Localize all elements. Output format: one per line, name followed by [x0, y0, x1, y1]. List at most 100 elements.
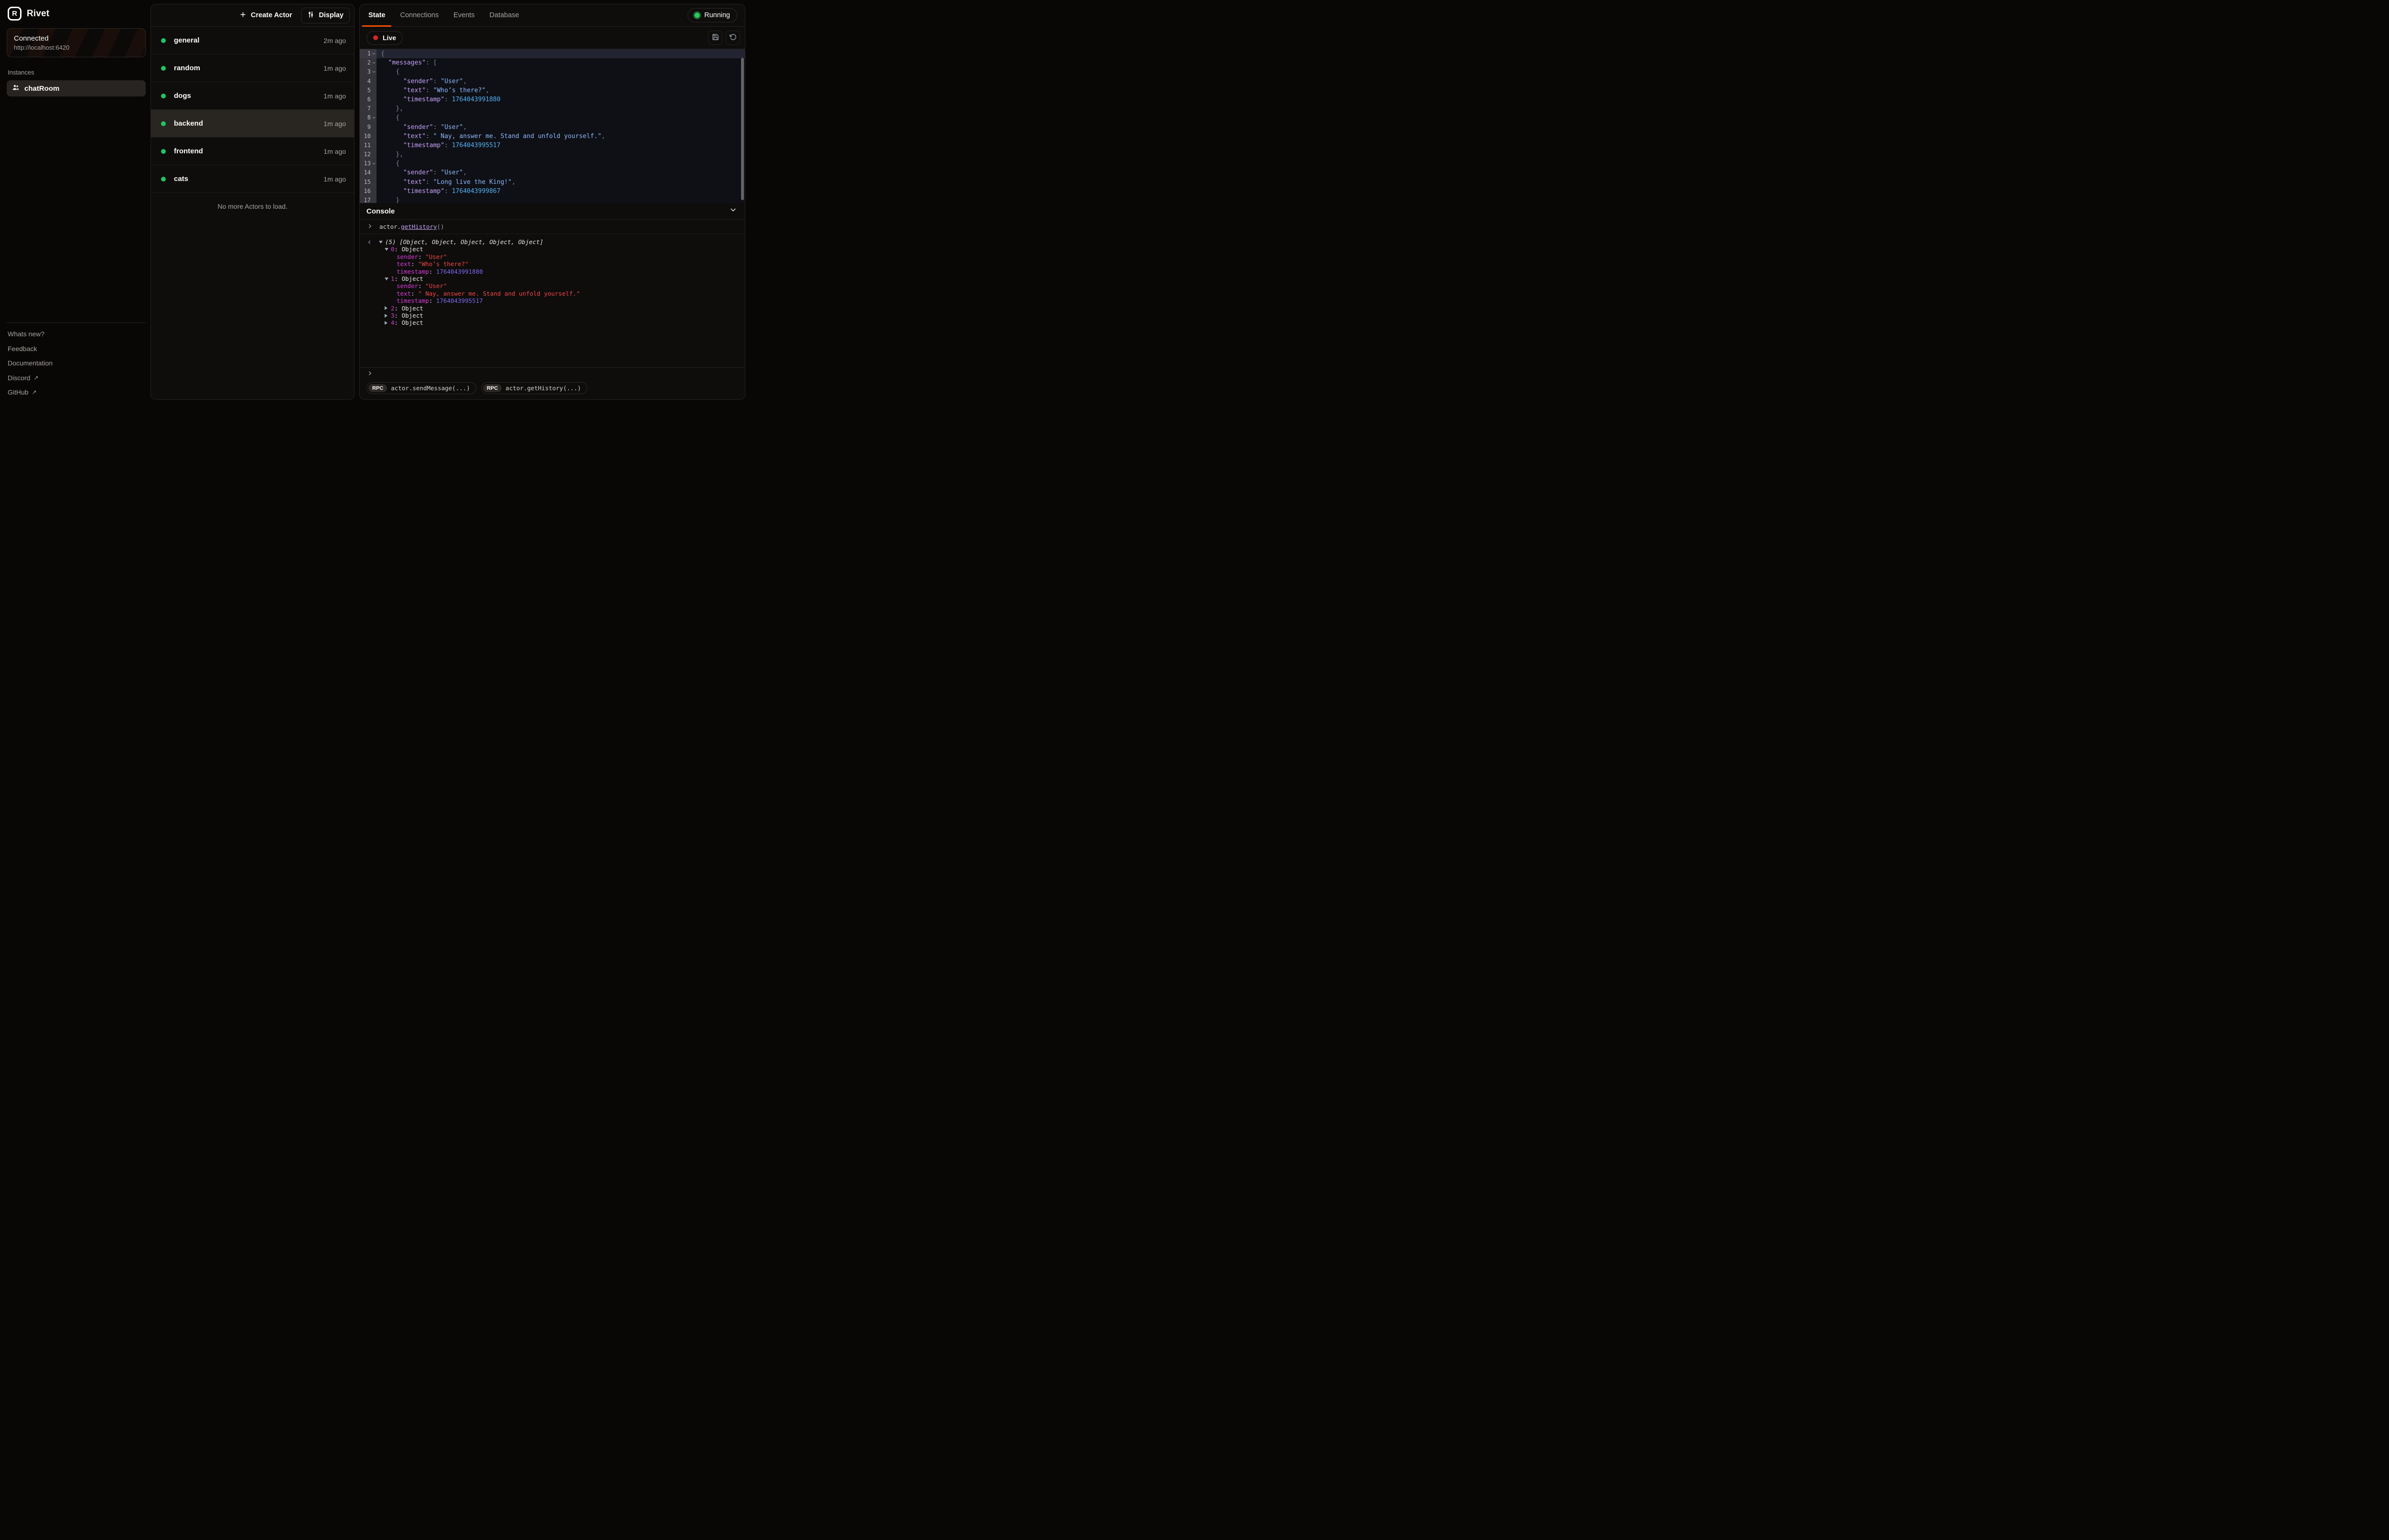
code-segment: :: [426, 87, 430, 94]
rpc-tag: RPC: [483, 384, 502, 392]
code-segment: {: [396, 114, 399, 121]
editor-code-line: "timestamp": 1764043995517: [377, 141, 745, 150]
editor-scrollbar[interactable]: [741, 58, 744, 200]
code-segment: [: [433, 59, 437, 66]
live-dot-icon: [373, 35, 378, 40]
rpc-chip[interactable]: RPCactor.sendMessage(...): [366, 382, 476, 394]
sidebar-link-whats-new-[interactable]: Whats new?: [8, 330, 145, 338]
console-bottom: RPCactor.sendMessage(...) RPCactor.getHis…: [360, 367, 745, 399]
live-badge[interactable]: Live: [366, 31, 403, 45]
actor-row[interactable]: backend1m ago: [151, 110, 354, 138]
create-actor-label: Create Actor: [251, 11, 292, 19]
sidebar-item-instance[interactable]: chatRoom: [7, 80, 146, 96]
expanded-triangle-icon[interactable]: [385, 278, 391, 280]
code-segment: :: [418, 282, 425, 289]
status-badge: Running: [688, 8, 737, 22]
collapsed-triangle-icon[interactable]: [385, 314, 391, 318]
state-json-editor[interactable]: 1{2 "messages": [3 {4 "sender": "User",5…: [360, 49, 745, 203]
editor-gutter: 1: [360, 49, 377, 58]
editor-gutter: 9: [360, 123, 377, 132]
collapsed-triangle-icon[interactable]: [385, 306, 391, 310]
code-segment: [381, 160, 396, 167]
rotate-ccw-icon: [730, 33, 737, 42]
actors-panel: Create Actor Display general2m agorandom…: [151, 4, 355, 400]
editor-line: 16 "timestamp": 1764043999867: [360, 187, 745, 196]
line-number: 11: [364, 141, 371, 150]
expanded-triangle-icon[interactable]: [379, 241, 385, 244]
code-segment: "sender": [403, 169, 433, 176]
editor-code-line: {: [377, 67, 745, 76]
console-output-line: 0: Object: [366, 246, 738, 253]
console-output-text: (5) [Object, Object, Object, Object, Obj…: [385, 238, 543, 246]
console-output-line: 4: Object: [366, 319, 738, 326]
fold-chevron-icon[interactable]: [371, 116, 377, 120]
code-segment: :: [444, 142, 448, 149]
actor-name: backend: [174, 119, 323, 128]
console-output-line: 3: Object: [366, 312, 738, 319]
editor-gutter: 7: [360, 104, 377, 113]
console-output-line: sender: "User": [366, 253, 738, 260]
code-segment: "timestamp": [403, 142, 444, 149]
console-output-text: timestamp: 1764043991880: [397, 268, 483, 275]
sidebar-link-discord[interactable]: Discord↗: [8, 374, 145, 382]
inspector-tabbar: StateConnectionsEventsDatabase Running: [360, 4, 745, 27]
chevron-down-icon[interactable]: [729, 206, 737, 216]
editor-code-line: }: [377, 196, 745, 203]
users-icon: [12, 84, 20, 93]
expanded-triangle-icon[interactable]: [385, 248, 391, 251]
fold-chevron-icon[interactable]: [371, 52, 377, 56]
code-segment: [381, 169, 403, 176]
editor-code-line: "sender": "User",: [377, 123, 745, 132]
create-actor-button[interactable]: Create Actor: [234, 8, 298, 23]
code-segment: {: [396, 68, 399, 75]
sidebar-link-feedback[interactable]: Feedback: [8, 345, 145, 353]
code-segment: 1764043995517: [436, 297, 483, 304]
code-segment: {: [381, 50, 385, 57]
connection-url: http://localhost:6420: [14, 44, 139, 51]
sidebar-link-github[interactable]: GitHub↗: [8, 388, 145, 396]
actor-row[interactable]: frontend1m ago: [151, 138, 354, 165]
code-segment: :: [426, 133, 430, 140]
display-button[interactable]: Display: [301, 8, 350, 23]
code-segment: (): [437, 223, 444, 230]
collapsed-triangle-icon[interactable]: [385, 321, 391, 325]
sidebar-link-documentation[interactable]: Documentation: [8, 359, 145, 367]
code-segment: :: [426, 59, 430, 66]
tab-database[interactable]: Database: [483, 4, 526, 26]
code-segment: 4: [391, 319, 395, 326]
save-icon: [712, 33, 719, 42]
actor-name: dogs: [174, 92, 323, 100]
brand-name: Rivet: [27, 9, 49, 19]
actor-row[interactable]: dogs1m ago: [151, 82, 354, 110]
save-button[interactable]: [708, 31, 722, 45]
line-number: 15: [364, 178, 371, 187]
actor-row[interactable]: cats1m ago: [151, 165, 354, 193]
editor-gutter: 4: [360, 77, 377, 86]
chevron-right-icon: [367, 223, 373, 231]
tab-state[interactable]: State: [362, 4, 392, 26]
rpc-chip[interactable]: RPCactor.getHistory(...): [481, 382, 587, 394]
inspector-panel: StateConnectionsEventsDatabase Running L…: [359, 4, 745, 400]
revert-button[interactable]: [726, 31, 740, 45]
console-output-line: 1: Object: [366, 275, 738, 282]
console-log: (5) [Object, Object, Object, Object, Obj…: [360, 234, 745, 367]
code-segment: Object: [402, 319, 423, 326]
fold-chevron-icon[interactable]: [371, 70, 377, 74]
actor-name: cats: [174, 175, 323, 183]
external-link-icon: ↗: [32, 389, 37, 396]
console-prompt[interactable]: [360, 368, 745, 381]
code-segment: [381, 188, 403, 195]
tab-connections[interactable]: Connections: [393, 4, 445, 26]
fold-chevron-icon[interactable]: [371, 61, 377, 65]
tab-events[interactable]: Events: [447, 4, 481, 26]
actor-row[interactable]: general2m ago: [151, 27, 354, 54]
code-segment: ,: [463, 124, 467, 131]
console-header: Console: [360, 203, 745, 220]
editor-gutter: 2: [360, 58, 377, 67]
external-link-icon: ↗: [33, 374, 38, 381]
fold-chevron-icon[interactable]: [371, 161, 377, 166]
editor-gutter: 6: [360, 95, 377, 104]
editor-gutter: 12: [360, 150, 377, 159]
actor-last-active: 1m ago: [323, 148, 346, 155]
actor-row[interactable]: random1m ago: [151, 54, 354, 82]
